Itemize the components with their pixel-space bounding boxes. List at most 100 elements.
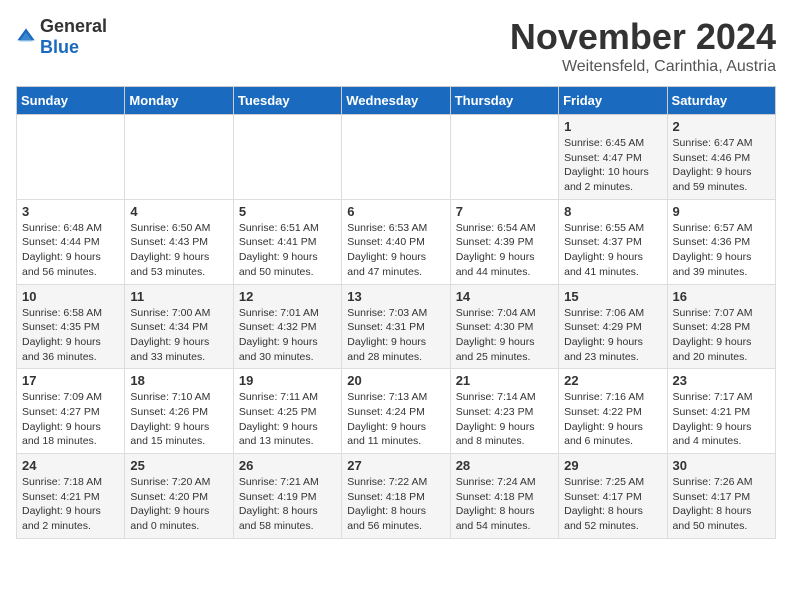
day-number: 5 xyxy=(239,204,336,219)
day-number: 6 xyxy=(347,204,444,219)
day-cell: 9 Sunrise: 6:57 AMSunset: 4:36 PMDaylight… xyxy=(667,199,775,284)
day-cell: 15 Sunrise: 7:06 AMSunset: 4:29 PMDayligh… xyxy=(559,284,667,369)
day-cell: 4Sunrise: 6:50 AMSunset: 4:43 PMDaylight… xyxy=(125,199,233,284)
day-cell: 30 Sunrise: 7:26 AMSunset: 4:17 PMDayligh… xyxy=(667,454,775,539)
day-cell: 13 Sunrise: 7:03 AMSunset: 4:31 PMDayligh… xyxy=(342,284,450,369)
day-info: Sunrise: 7:01 AMSunset: 4:32 PMDaylight:… xyxy=(239,306,336,365)
day-cell xyxy=(450,115,558,200)
calendar-table: SundayMondayTuesdayWednesdayThursdayFrid… xyxy=(16,86,776,539)
day-info: Sunrise: 7:04 AMSunset: 4:30 PMDaylight:… xyxy=(456,306,553,365)
header: General Blue November 2024 Weitensfeld, … xyxy=(16,16,776,76)
day-info: Sunrise: 6:47 AMSunset: 4:46 PMDaylight:… xyxy=(673,136,770,195)
day-cell xyxy=(125,115,233,200)
day-info: Sunrise: 6:50 AMSunset: 4:43 PMDaylight:… xyxy=(130,221,227,280)
day-number: 12 xyxy=(239,289,336,304)
day-info: Sunrise: 7:06 AMSunset: 4:29 PMDaylight:… xyxy=(564,306,661,365)
day-cell xyxy=(342,115,450,200)
day-number: 8 xyxy=(564,204,661,219)
day-info: Sunrise: 7:11 AMSunset: 4:25 PMDaylight:… xyxy=(239,390,336,449)
day-info: Sunrise: 7:17 AMSunset: 4:21 PMDaylight:… xyxy=(673,390,770,449)
day-cell: 6 Sunrise: 6:53 AMSunset: 4:40 PMDaylight… xyxy=(342,199,450,284)
day-number: 2 xyxy=(673,119,770,134)
day-cell: 17 Sunrise: 7:09 AMSunset: 4:27 PMDayligh… xyxy=(17,369,125,454)
day-info: Sunrise: 7:21 AMSunset: 4:19 PMDaylight:… xyxy=(239,475,336,534)
day-cell: 21Sunrise: 7:14 AMSunset: 4:23 PMDayligh… xyxy=(450,369,558,454)
day-number: 16 xyxy=(673,289,770,304)
day-number: 20 xyxy=(347,373,444,388)
day-cell: 11 Sunrise: 7:00 AMSunset: 4:34 PMDayligh… xyxy=(125,284,233,369)
day-number: 27 xyxy=(347,458,444,473)
day-info: Sunrise: 6:57 AMSunset: 4:36 PMDaylight:… xyxy=(673,221,770,280)
day-cell xyxy=(17,115,125,200)
day-number: 18 xyxy=(130,373,227,388)
day-info: Sunrise: 6:58 AMSunset: 4:35 PMDaylight:… xyxy=(22,306,119,365)
day-number: 13 xyxy=(347,289,444,304)
day-number: 19 xyxy=(239,373,336,388)
logo-general: General xyxy=(40,16,107,36)
day-cell: 27 Sunrise: 7:22 AMSunset: 4:18 PMDayligh… xyxy=(342,454,450,539)
day-cell: 10Sunrise: 6:58 AMSunset: 4:35 PMDayligh… xyxy=(17,284,125,369)
day-cell: 12 Sunrise: 7:01 AMSunset: 4:32 PMDayligh… xyxy=(233,284,341,369)
day-number: 28 xyxy=(456,458,553,473)
logo-text: General Blue xyxy=(40,16,107,58)
day-info: Sunrise: 7:00 AMSunset: 4:34 PMDaylight:… xyxy=(130,306,227,365)
week-row-2: 3 Sunrise: 6:48 AMSunset: 4:44 PMDaylight… xyxy=(17,199,776,284)
header-cell-sunday: Sunday xyxy=(17,87,125,115)
day-cell: 26 Sunrise: 7:21 AMSunset: 4:19 PMDayligh… xyxy=(233,454,341,539)
day-info: Sunrise: 7:25 AMSunset: 4:17 PMDaylight:… xyxy=(564,475,661,534)
day-info: Sunrise: 7:09 AMSunset: 4:27 PMDaylight:… xyxy=(22,390,119,449)
day-cell: 1Sunrise: 6:45 AMSunset: 4:47 PMDaylight… xyxy=(559,115,667,200)
day-number: 9 xyxy=(673,204,770,219)
day-cell xyxy=(233,115,341,200)
header-row: SundayMondayTuesdayWednesdayThursdayFrid… xyxy=(17,87,776,115)
header-cell-thursday: Thursday xyxy=(450,87,558,115)
day-number: 14 xyxy=(456,289,553,304)
day-info: Sunrise: 7:26 AMSunset: 4:17 PMDaylight:… xyxy=(673,475,770,534)
day-info: Sunrise: 7:07 AMSunset: 4:28 PMDaylight:… xyxy=(673,306,770,365)
day-info: Sunrise: 6:55 AMSunset: 4:37 PMDaylight:… xyxy=(564,221,661,280)
day-info: Sunrise: 7:22 AMSunset: 4:18 PMDaylight:… xyxy=(347,475,444,534)
calendar-header: SundayMondayTuesdayWednesdayThursdayFrid… xyxy=(17,87,776,115)
week-row-4: 17 Sunrise: 7:09 AMSunset: 4:27 PMDayligh… xyxy=(17,369,776,454)
day-number: 22 xyxy=(564,373,661,388)
day-cell: 3 Sunrise: 6:48 AMSunset: 4:44 PMDaylight… xyxy=(17,199,125,284)
day-cell: 28 Sunrise: 7:24 AMSunset: 4:18 PMDayligh… xyxy=(450,454,558,539)
day-cell: 7Sunrise: 6:54 AMSunset: 4:39 PMDaylight… xyxy=(450,199,558,284)
day-cell: 16 Sunrise: 7:07 AMSunset: 4:28 PMDayligh… xyxy=(667,284,775,369)
day-number: 21 xyxy=(456,373,553,388)
title-area: November 2024 Weitensfeld, Carinthia, Au… xyxy=(510,16,776,76)
day-info: Sunrise: 7:13 AMSunset: 4:24 PMDaylight:… xyxy=(347,390,444,449)
day-number: 30 xyxy=(673,458,770,473)
day-info: Sunrise: 7:03 AMSunset: 4:31 PMDaylight:… xyxy=(347,306,444,365)
day-info: Sunrise: 7:18 AMSunset: 4:21 PMDaylight:… xyxy=(22,475,119,534)
day-info: Sunrise: 6:48 AMSunset: 4:44 PMDaylight:… xyxy=(22,221,119,280)
day-number: 24 xyxy=(22,458,119,473)
day-cell: 25Sunrise: 7:20 AMSunset: 4:20 PMDayligh… xyxy=(125,454,233,539)
day-number: 26 xyxy=(239,458,336,473)
header-cell-tuesday: Tuesday xyxy=(233,87,341,115)
day-info: Sunrise: 7:16 AMSunset: 4:22 PMDaylight:… xyxy=(564,390,661,449)
day-number: 17 xyxy=(22,373,119,388)
day-number: 15 xyxy=(564,289,661,304)
day-number: 29 xyxy=(564,458,661,473)
header-cell-friday: Friday xyxy=(559,87,667,115)
day-number: 3 xyxy=(22,204,119,219)
day-info: Sunrise: 6:53 AMSunset: 4:40 PMDaylight:… xyxy=(347,221,444,280)
day-number: 11 xyxy=(130,289,227,304)
day-info: Sunrise: 6:54 AMSunset: 4:39 PMDaylight:… xyxy=(456,221,553,280)
day-cell: 5Sunrise: 6:51 AMSunset: 4:41 PMDaylight… xyxy=(233,199,341,284)
month-title: November 2024 xyxy=(510,16,776,58)
day-cell: 23Sunrise: 7:17 AMSunset: 4:21 PMDayligh… xyxy=(667,369,775,454)
day-cell: 22 Sunrise: 7:16 AMSunset: 4:22 PMDayligh… xyxy=(559,369,667,454)
week-row-3: 10Sunrise: 6:58 AMSunset: 4:35 PMDayligh… xyxy=(17,284,776,369)
day-info: Sunrise: 7:20 AMSunset: 4:20 PMDaylight:… xyxy=(130,475,227,534)
week-row-5: 24 Sunrise: 7:18 AMSunset: 4:21 PMDayligh… xyxy=(17,454,776,539)
location-subtitle: Weitensfeld, Carinthia, Austria xyxy=(510,58,776,76)
day-cell: 19 Sunrise: 7:11 AMSunset: 4:25 PMDayligh… xyxy=(233,369,341,454)
logo-icon xyxy=(16,27,36,47)
day-info: Sunrise: 7:24 AMSunset: 4:18 PMDaylight:… xyxy=(456,475,553,534)
header-cell-monday: Monday xyxy=(125,87,233,115)
day-cell: 2 Sunrise: 6:47 AMSunset: 4:46 PMDaylight… xyxy=(667,115,775,200)
logo: General Blue xyxy=(16,16,107,58)
day-info: Sunrise: 7:10 AMSunset: 4:26 PMDaylight:… xyxy=(130,390,227,449)
